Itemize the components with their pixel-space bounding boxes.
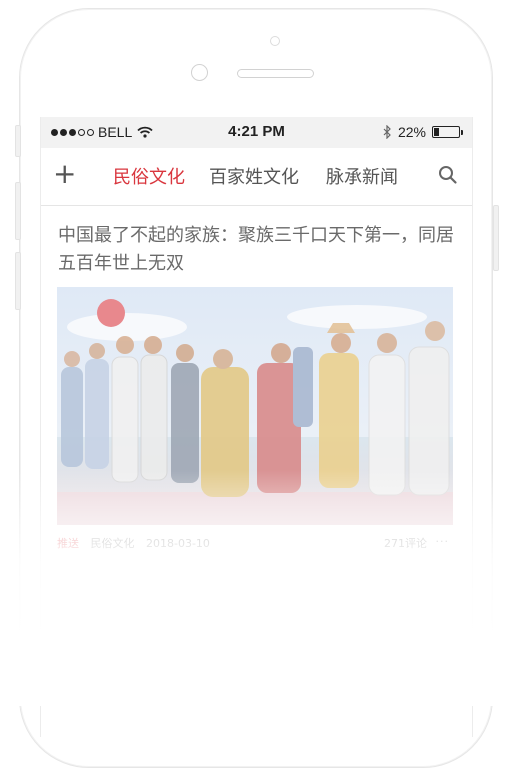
battery-icon [432,126,463,138]
status-bar: BELL 4:21 PM 22% [41,117,472,148]
battery-percent: 22% [397,124,426,140]
power-button [493,205,499,271]
volume-up-button [15,182,21,240]
tab-lineage-news[interactable]: 脉承新闻 [326,163,398,189]
group-photo-image [57,287,453,525]
plus-icon[interactable]: + [53,160,76,188]
article-headline[interactable]: 中国最了不起的家族：聚族三千口天下第一，同居五百年世上无双 [58,222,458,278]
battery-fill [434,128,439,136]
search-icon[interactable] [438,165,458,185]
article-photo[interactable] [57,287,453,525]
meta-time: 2018-03-10 [146,537,210,550]
article-meta: 推送 民俗文化 2018-03-10 271评论 ··· [57,535,453,555]
meta-source: 民俗文化 [90,537,135,550]
mute-switch [15,125,21,157]
bluetooth-icon [383,125,391,139]
meta-tag: 推送 [57,537,79,550]
tab-surname-culture[interactable]: 百家姓文化 [209,163,299,189]
volume-down-button [15,252,21,310]
more-icon[interactable]: ··· [436,535,450,548]
proximity-sensor [191,64,208,81]
app-screen: BELL 4:21 PM 22% + 民俗文化 百家姓文化 脉承新闻 中国最了不… [40,117,473,737]
front-camera [270,36,280,46]
tab-folk-culture[interactable]: 民俗文化 [113,163,185,189]
earpiece-speaker [237,69,314,78]
meta-count: 271评论 [384,537,427,550]
top-nav: + 民俗文化 百家姓文化 脉承新闻 [41,148,472,206]
